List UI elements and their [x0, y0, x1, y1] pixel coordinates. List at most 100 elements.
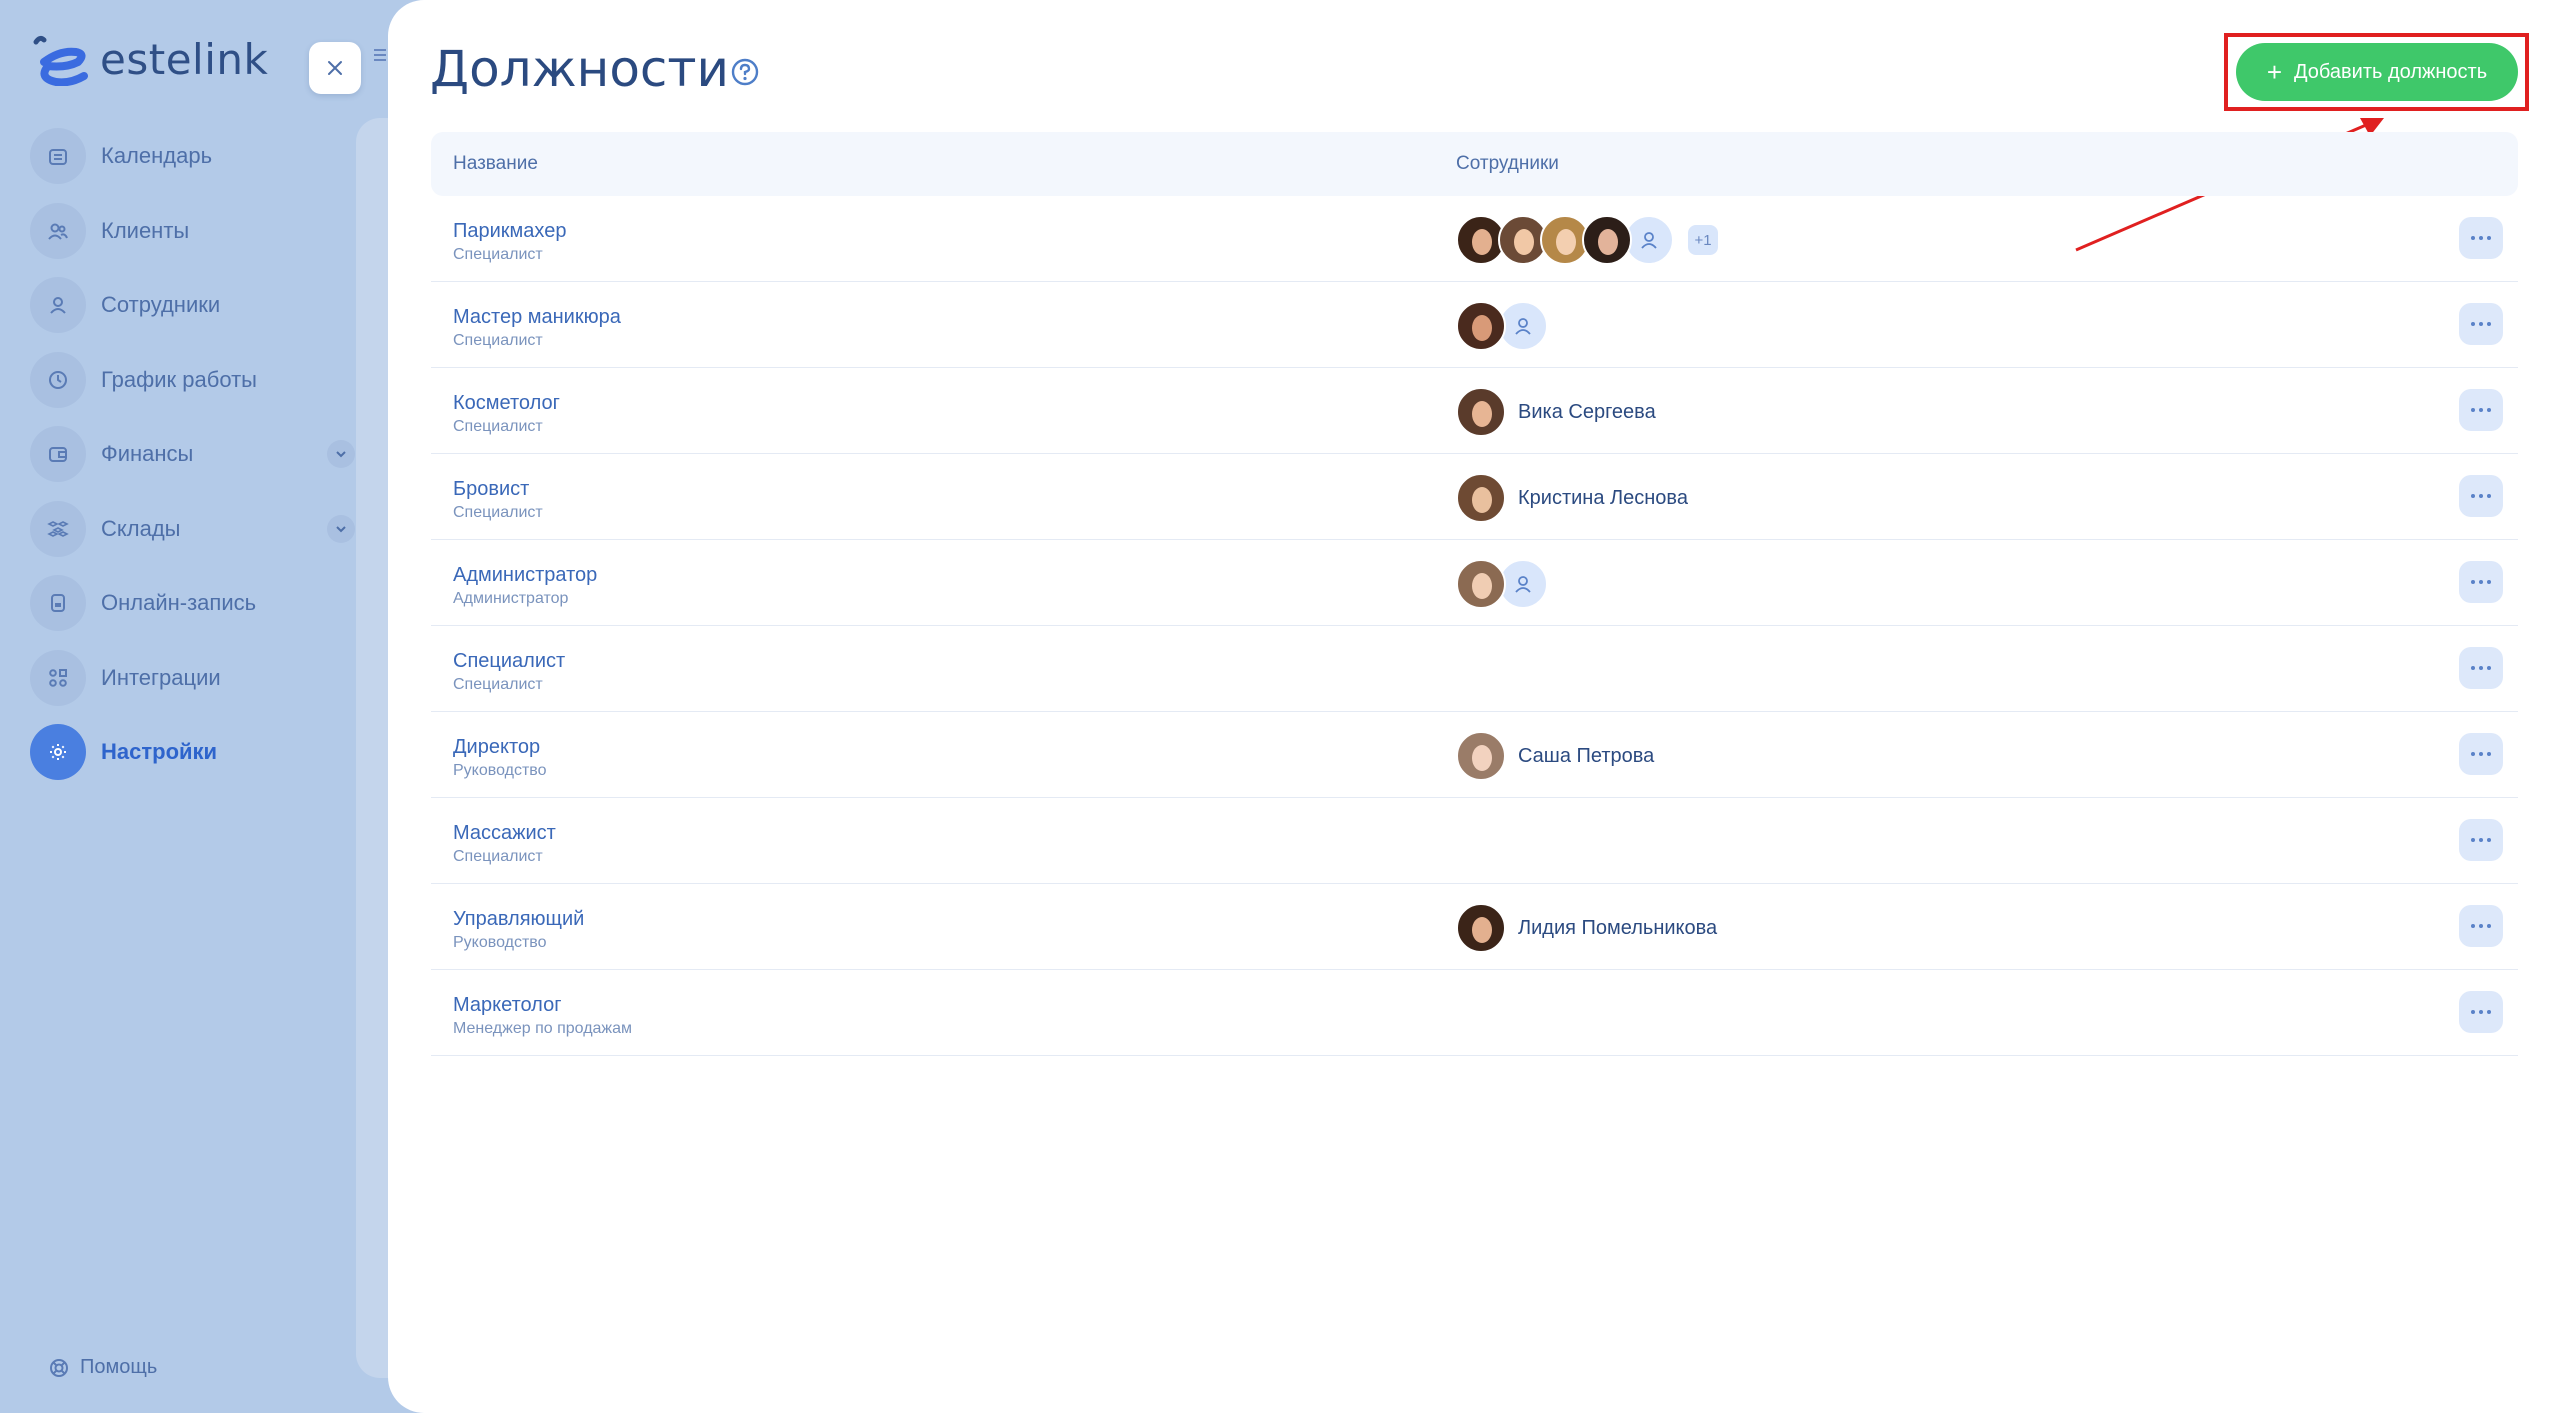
position-name[interactable]: Маркетолог — [453, 994, 562, 1017]
employee-icon — [30, 277, 86, 333]
sidebar-item-schedule[interactable]: График работы — [30, 351, 330, 408]
avatar — [1456, 301, 1506, 351]
phone-icon — [30, 575, 86, 631]
row-actions-button[interactable] — [2459, 561, 2503, 603]
sidebar-item-label: Интеграции — [101, 664, 221, 690]
employee-name: Саша Петрова — [1518, 744, 1655, 767]
page-title: Должности — [430, 40, 730, 98]
position-category: Специалист — [453, 246, 543, 263]
employee-name: Кристина Леснова — [1518, 486, 1688, 509]
help-link[interactable]: Помощь — [48, 1356, 157, 1379]
logo[interactable]: estelink — [30, 32, 268, 86]
table-row[interactable]: Мастер маникюра Специалист — [431, 282, 2518, 368]
employee-avatars[interactable]: Лидия Помельникова — [1456, 903, 1717, 953]
column-header-employees: Сотрудники — [1456, 153, 1559, 174]
clients-icon — [30, 202, 86, 259]
positions-table: Название Сотрудники Парикмахер Специалист… — [431, 132, 2518, 1056]
position-name[interactable]: Управляющий — [453, 908, 584, 931]
employee-avatars[interactable]: Вика Сергеева — [1456, 387, 1656, 437]
avatar — [1456, 731, 1506, 781]
sidebar-item-settings[interactable]: Настройки — [30, 724, 330, 780]
avatar — [1456, 559, 1506, 609]
position-category: Менеджер по продажам — [453, 1020, 633, 1037]
row-actions-button[interactable] — [2459, 733, 2503, 775]
boxes-icon — [30, 500, 86, 557]
row-actions-button[interactable] — [2459, 475, 2503, 517]
employee-avatars[interactable] — [1456, 301, 1548, 351]
sidebar-nav: Календарь Клиенты Сотрудники График рабо… — [30, 128, 355, 799]
row-actions-button[interactable] — [2459, 303, 2503, 345]
sidebar-item-warehouses[interactable]: Склады — [30, 500, 355, 557]
position-category: Специалист — [453, 848, 543, 865]
chevron-down-icon[interactable] — [327, 514, 355, 543]
sidebar-item-label: Календарь — [101, 143, 213, 168]
table-row[interactable]: Парикмахер Специалист +1 — [431, 196, 2518, 282]
position-name[interactable]: Директор — [453, 736, 540, 759]
sidebar-item-employees[interactable]: Сотрудники — [30, 277, 330, 333]
table-header: Название Сотрудники — [431, 132, 2518, 196]
position-name[interactable]: Администратор — [453, 564, 597, 587]
sidebar-item-label: Клиенты — [101, 217, 190, 243]
sidebar-item-calendar[interactable]: Календарь — [30, 128, 330, 184]
sidebar: estelink Календарь Клиенты Сотрудники Гр… — [0, 0, 416, 1413]
highlight-box — [2224, 33, 2529, 111]
sidebar-item-clients[interactable]: Клиенты — [30, 202, 330, 259]
clock-icon — [30, 351, 86, 408]
employee-avatars[interactable] — [1456, 559, 1548, 609]
help-label: Помощь — [80, 1356, 158, 1378]
sidebar-item-label: Настройки — [101, 739, 218, 764]
table-row[interactable]: Массажист Специалист — [431, 798, 2518, 884]
avatar — [1582, 215, 1632, 265]
position-name[interactable]: Специалист — [453, 650, 565, 673]
gear-icon — [30, 724, 86, 780]
sidebar-item-finance[interactable]: Финансы — [30, 426, 355, 482]
row-actions-button[interactable] — [2459, 647, 2503, 689]
table-row[interactable]: Управляющий Руководство Лидия Помельникова — [431, 884, 2518, 970]
sidebar-item-label: Финансы — [101, 441, 194, 466]
row-actions-button[interactable] — [2459, 389, 2503, 431]
position-name[interactable]: Парикмахер — [453, 220, 566, 243]
lifebuoy-icon — [50, 1358, 68, 1377]
position-name[interactable]: Массажист — [453, 822, 556, 845]
position-name[interactable]: Мастер маникюра — [453, 306, 621, 329]
table-row[interactable]: Косметолог Специалист Вика Сергеева — [431, 368, 2518, 454]
position-name[interactable]: Косметолог — [453, 392, 560, 415]
close-icon — [328, 61, 342, 75]
table-row[interactable]: Администратор Администратор — [431, 540, 2518, 626]
table-row[interactable]: Бровист Специалист Кристина Леснова — [431, 454, 2518, 540]
employee-avatars[interactable]: Саша Петрова — [1456, 731, 1654, 781]
position-category: Специалист — [453, 676, 543, 693]
position-name[interactable]: Бровист — [453, 478, 529, 501]
table-row[interactable]: Маркетолог Менеджер по продажам — [431, 970, 2518, 1056]
position-category: Специалист — [453, 504, 543, 521]
employee-avatars[interactable]: +1 — [1456, 215, 1718, 265]
calendar-icon — [30, 128, 86, 184]
table-body: Парикмахер Специалист +1 Мастер маникюра Спе… — [431, 196, 2518, 1056]
row-actions-button[interactable] — [2459, 217, 2503, 259]
close-sidebar-button[interactable] — [309, 42, 361, 94]
position-category: Руководство — [453, 934, 547, 951]
avatar — [1456, 473, 1506, 523]
grid-icon — [30, 649, 86, 706]
menu-icon[interactable] — [372, 47, 388, 63]
sidebar-item-label: Сотрудники — [101, 292, 221, 317]
avatar — [1456, 387, 1506, 437]
more-employees-badge[interactable]: +1 — [1688, 225, 1718, 255]
sidebar-item-integrations[interactable]: Интеграции — [30, 649, 330, 706]
chevron-down-icon[interactable] — [327, 440, 355, 468]
sidebar-item-label: Склады — [101, 515, 181, 541]
sidebar-item-online-booking[interactable]: Онлайн-запись — [30, 575, 330, 631]
avatar — [1456, 903, 1506, 953]
table-row[interactable]: Директор Руководство Саша Петрова — [431, 712, 2518, 798]
main-panel: Должности + Добавить должность Название … — [388, 0, 2560, 1413]
logo-icon — [33, 35, 88, 86]
row-actions-button[interactable] — [2459, 991, 2503, 1033]
position-category: Администратор — [453, 590, 569, 607]
position-category: Специалист — [453, 332, 543, 349]
question-icon[interactable] — [730, 57, 760, 87]
employee-name: Лидия Помельникова — [1518, 916, 1718, 939]
row-actions-button[interactable] — [2459, 905, 2503, 947]
row-actions-button[interactable] — [2459, 819, 2503, 861]
table-row[interactable]: Специалист Специалист — [431, 626, 2518, 712]
employee-avatars[interactable]: Кристина Леснова — [1456, 473, 1688, 523]
